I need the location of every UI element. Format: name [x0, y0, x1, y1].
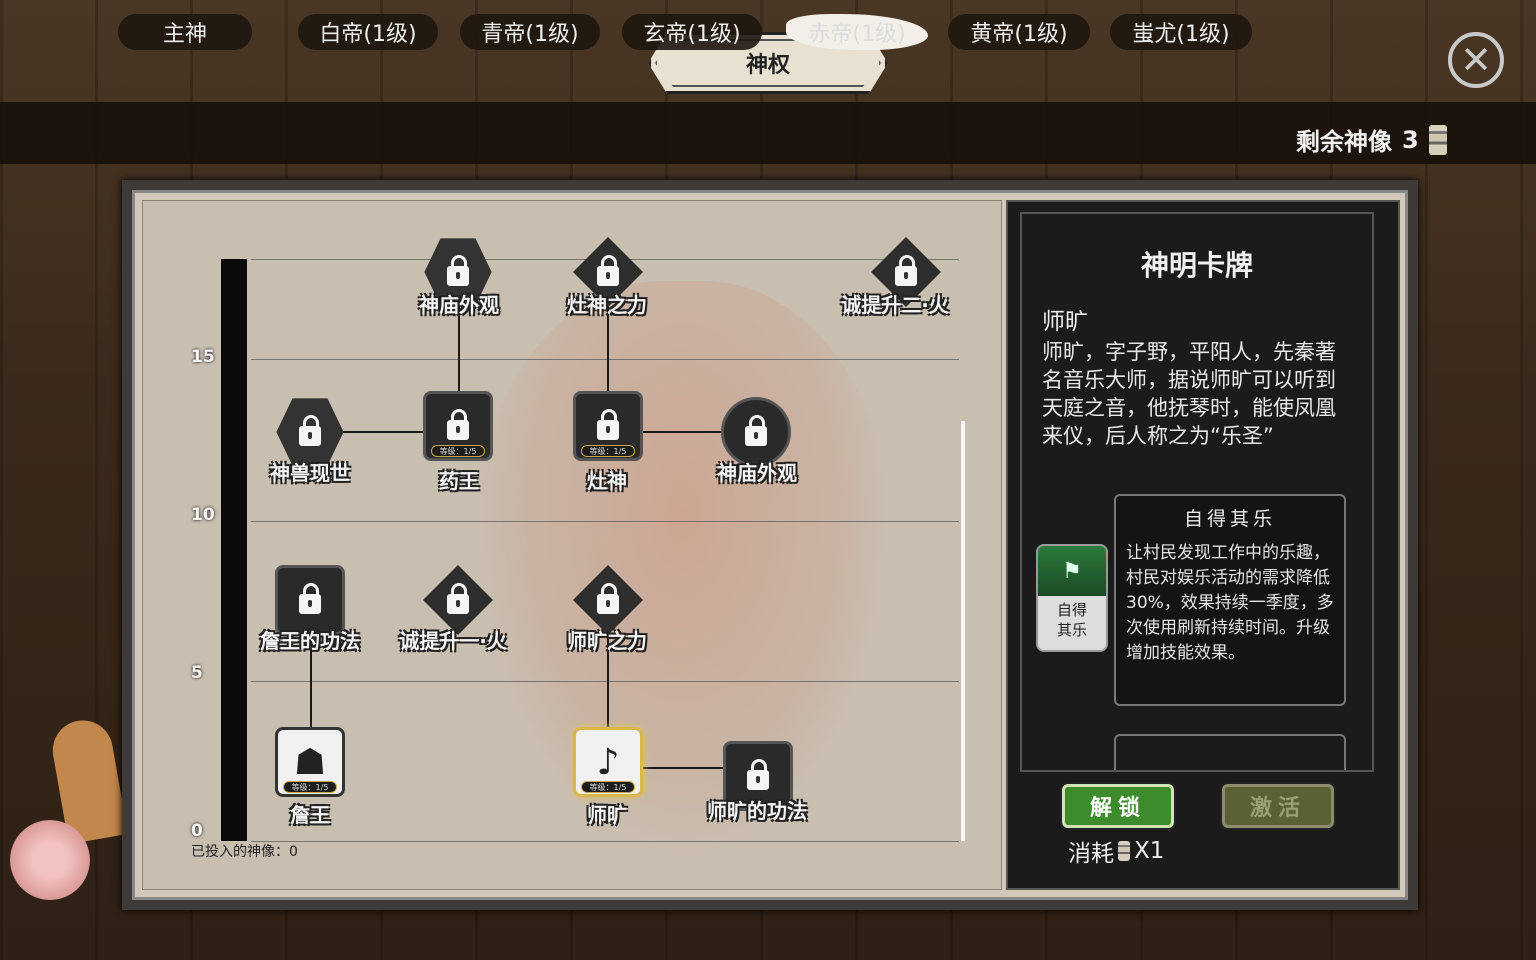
card-name: 师旷 — [1042, 309, 1088, 335]
unlock-button[interactable]: 解锁 — [1062, 784, 1174, 828]
gridline — [251, 521, 959, 522]
axis-label-5: 5 — [191, 663, 203, 683]
tab-label: 蚩尤(1级) — [1132, 22, 1230, 47]
tab-label: 黄帝(1级) — [970, 22, 1068, 47]
skill-description: 让村民发现工作中的乐趣，村民对娱乐活动的需求降低30%，效果持续一季度，多次使用… — [1126, 543, 1334, 663]
shikuang-icon: ♪ — [596, 741, 620, 783]
skill-node-label: 灶神之力 — [567, 293, 647, 317]
cost-value: X1 — [1134, 838, 1165, 864]
skill-tree-area[interactable]: 15 10 5 0 已投入的神像：0 神庙外观 灶神之力 诚提升二·火 神兽现世… — [142, 200, 1002, 890]
progress-axis — [221, 259, 247, 841]
skill-node-label: 师旷的功法 — [707, 799, 807, 823]
close-button[interactable]: ✕ — [1448, 32, 1504, 88]
skill-thumb-label-2: 其乐 — [1056, 621, 1087, 639]
lock-icon — [447, 409, 469, 440]
skill-node-label: 神庙外观 — [419, 293, 499, 317]
skill-board: 15 10 5 0 已投入的神像：0 神庙外观 灶神之力 诚提升二·火 神兽现世… — [122, 180, 1418, 910]
axis-label-15: 15 — [191, 347, 215, 367]
tab-chiyou[interactable]: 蚩尤(1级) — [1110, 14, 1252, 50]
tab-azure-emperor[interactable]: 青帝(1级) — [460, 14, 600, 50]
level-badge: 等级：1/5 — [581, 781, 635, 793]
lock-icon — [299, 583, 321, 614]
gridline — [251, 841, 959, 842]
skill-node-stove-god[interactable]: 等级：1/5 — [573, 391, 643, 461]
decor-flower — [10, 820, 90, 900]
activate-button[interactable]: 激活 — [1222, 784, 1334, 828]
tab-black-emperor[interactable]: 玄帝(1级) — [622, 14, 762, 50]
skill-node-label: 神兽现世 — [270, 461, 350, 485]
tab-label: 主神 — [162, 22, 207, 47]
lock-icon — [447, 583, 469, 614]
level-badge: 等级：1/5 — [431, 445, 485, 457]
level-badge: 等级：1/5 — [283, 781, 337, 793]
deity-artwork — [473, 281, 893, 861]
remaining-count: 3 — [1402, 125, 1419, 154]
lock-icon — [895, 255, 917, 286]
tab-label: 玄帝(1级) — [643, 22, 741, 47]
skill-title: 自得其乐 — [1183, 508, 1276, 530]
tree-scrollbar[interactable] — [961, 421, 965, 841]
skill-node-zhan-wang[interactable]: ☗ 等级：1/5 — [275, 727, 345, 797]
lock-icon — [747, 759, 769, 790]
skill-node-label: 师旷 — [587, 803, 627, 827]
lock-icon — [745, 415, 767, 446]
skill-node-label: 师旷之力 — [567, 629, 647, 653]
lock-icon — [447, 255, 469, 286]
remaining-label: 剩余神像 — [1296, 128, 1392, 156]
tab-label: 青帝(1级) — [481, 22, 579, 47]
tab-red-emperor[interactable]: 赤帝(1级) — [786, 14, 928, 50]
skill-node-label: 灶神 — [587, 469, 627, 493]
skill-node-label: 药王 — [439, 469, 479, 493]
page-title: 神权 — [745, 53, 790, 78]
invested-statues: 已投入的神像：0 — [191, 844, 298, 860]
lock-icon — [299, 415, 321, 446]
tab-white-emperor[interactable]: 白帝(1级) — [298, 14, 438, 50]
skill-node-label: 詹王 — [290, 803, 330, 827]
level-badge: 等级：1/5 — [581, 445, 635, 457]
lock-icon — [597, 409, 619, 440]
gridline — [251, 359, 959, 360]
lock-icon — [597, 255, 619, 286]
deity-card-panel: 神明卡牌 师旷 师旷，字子野，平阳人，先秦著名音乐大师，据说师旷可以听到天庭之音… — [1006, 200, 1400, 890]
skill-thumb-label-1: 自得 — [1056, 601, 1087, 619]
skill-node-label: 诚提升一·火 — [399, 629, 507, 653]
card-title: 神明卡牌 — [1140, 249, 1253, 282]
remaining-statues: 剩余神像 3 — [1296, 122, 1447, 157]
zhan-wang-icon: ☗ — [293, 741, 327, 783]
totem-icon — [1118, 841, 1130, 861]
lock-icon — [597, 583, 619, 614]
totem-icon — [1428, 124, 1447, 155]
card-description: 师旷，字子野，平阳人，先秦著名音乐大师，据说师旷可以听到天庭之音，他抚琴时，能使… — [1042, 340, 1336, 448]
tab-main-god[interactable]: 主神 — [118, 14, 252, 50]
gridline — [251, 681, 959, 682]
skill-flag-icon: ⚑ — [1038, 546, 1106, 596]
axis-label-0: 0 — [191, 821, 203, 841]
skill-detail-box: 自得其乐 让村民发现工作中的乐趣，村民对娱乐活动的需求降低30%，效果持续一季度… — [1114, 494, 1346, 706]
close-icon: ✕ — [1460, 38, 1492, 82]
skill-node-medicine-king[interactable]: 等级：1/5 — [423, 391, 493, 461]
skill-node-label: 诚提升二·火 — [841, 293, 949, 317]
skill-node-label: 詹王的功法 — [260, 629, 360, 653]
skill-node-label: 神庙外观 — [717, 461, 797, 485]
skill-node-shikuang[interactable]: ♪ 等级：1/5 — [573, 727, 643, 797]
tab-label: 赤帝(1级) — [808, 22, 906, 47]
tab-yellow-emperor[interactable]: 黄帝(1级) — [948, 14, 1090, 50]
tab-label: 白帝(1级) — [319, 22, 417, 47]
unlock-cost: 消耗 X1 — [1068, 834, 1164, 868]
axis-label-10: 10 — [191, 505, 215, 525]
skill-thumbnail[interactable]: ⚑ 自得 其乐 — [1036, 544, 1108, 652]
next-skill-box-partial — [1114, 734, 1346, 770]
cost-label: 消耗 — [1068, 841, 1114, 867]
deity-card-scroll[interactable]: 神明卡牌 师旷 师旷，字子野，平阳人，先秦著名音乐大师，据说师旷可以听到天庭之音… — [1020, 212, 1374, 772]
